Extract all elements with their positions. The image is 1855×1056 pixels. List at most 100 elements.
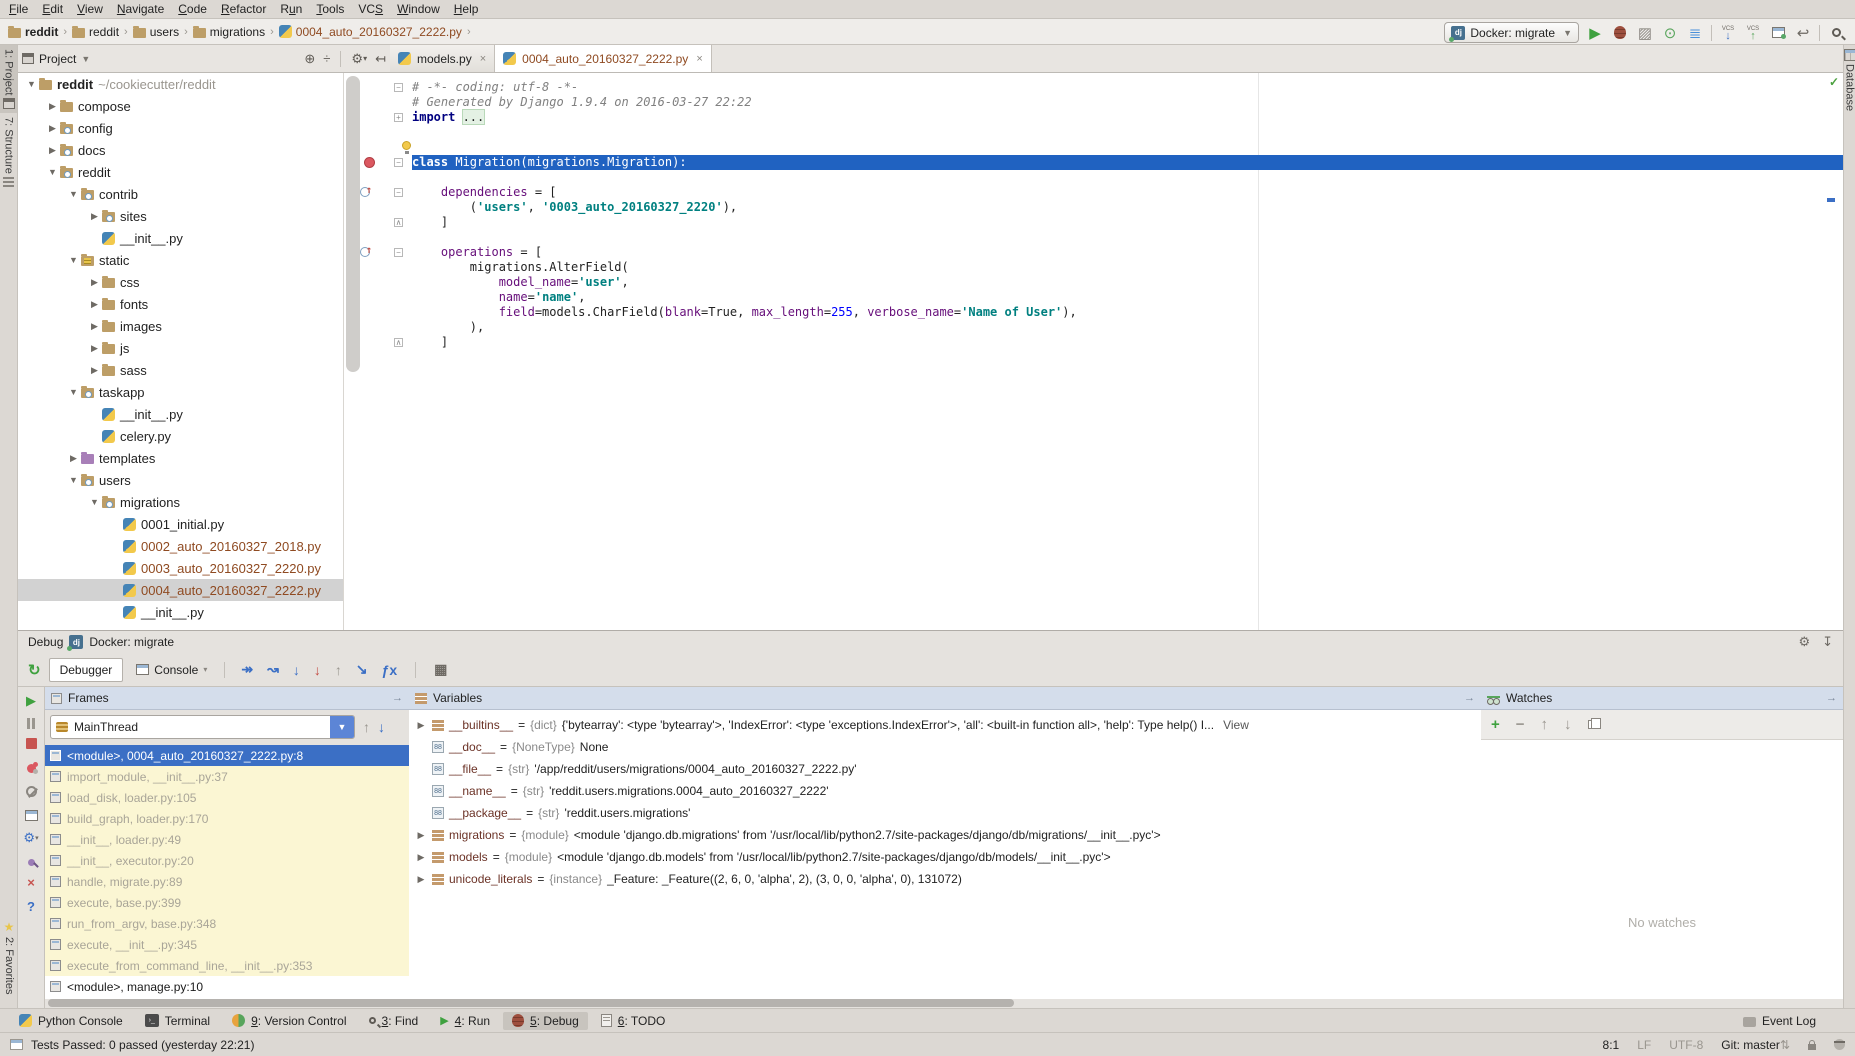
restore-layout-button[interactable]: ▦	[434, 661, 447, 678]
debug-settings-button[interactable]: ⚙	[1798, 634, 1810, 650]
code-line[interactable]: −# -*- coding: utf-8 -*-	[344, 80, 1843, 95]
tree-expand-icon[interactable]: ▼	[66, 189, 81, 199]
run-configurations-button[interactable]: ≣	[1684, 23, 1706, 43]
tree-item-0002_auto_20160327_2018-py[interactable]: 0002_auto_20160327_2018.py	[18, 535, 343, 557]
code-line[interactable]: model_name='user',	[344, 275, 1843, 290]
step-into-button[interactable]: ↓	[293, 662, 300, 678]
frame-row[interactable]: <module>, manage.py:10	[45, 976, 409, 997]
pin-tab-button[interactable]	[28, 859, 35, 866]
tree-expand-icon[interactable]: ▶	[45, 101, 60, 112]
editor-gutter[interactable]	[344, 125, 412, 140]
menu-item-file[interactable]: File	[2, 1, 35, 17]
git-branch-indicator[interactable]: Git: master⇅	[1721, 1038, 1790, 1052]
tree-item-images[interactable]: ▶images	[18, 315, 343, 337]
step-out-button[interactable]: ↑	[335, 662, 342, 678]
code-line[interactable]	[344, 170, 1843, 185]
help-button[interactable]: ?	[27, 899, 35, 914]
breakpoint-icon[interactable]	[364, 157, 375, 168]
frame-row[interactable]: build_graph, loader.py:170	[45, 808, 409, 829]
stop-button[interactable]	[26, 738, 37, 749]
line-ending-indicator[interactable]: LF	[1637, 1038, 1651, 1052]
tree-expand-icon[interactable]: ▶	[87, 277, 102, 288]
frame-up-button[interactable]: ↑	[363, 719, 370, 735]
tree-item-users[interactable]: ▼users	[18, 469, 343, 491]
menu-item-tools[interactable]: Tools	[309, 1, 351, 17]
tree-item-__init__-py[interactable]: __init__.py	[18, 601, 343, 623]
code-line[interactable]	[344, 230, 1843, 245]
code-line[interactable]: migrations.AlterField(	[344, 260, 1843, 275]
error-stripe-current-line-mark[interactable]	[1827, 198, 1835, 202]
editor-gutter[interactable]: −	[344, 155, 412, 170]
hector-inspections-icon[interactable]	[1834, 1039, 1845, 1050]
tree-item-sites[interactable]: ▶sites	[18, 205, 343, 227]
menu-item-refactor[interactable]: Refactor	[214, 1, 273, 17]
vcs-update-button[interactable]: VCS↓	[1717, 23, 1739, 43]
menu-item-run[interactable]: Run	[273, 1, 309, 17]
lock-icon[interactable]	[1808, 1044, 1816, 1050]
frame-row[interactable]: execute, base.py:399	[45, 892, 409, 913]
frame-row[interactable]: run_from_argv, base.py:348	[45, 913, 409, 934]
fold-toggle-icon[interactable]: ∧	[394, 338, 403, 347]
toolwindow-button-4-run[interactable]: ▶4: Run	[431, 1012, 499, 1030]
tree-item-__init__-py[interactable]: __init__.py	[18, 227, 343, 249]
frame-down-button[interactable]: ↓	[378, 719, 385, 735]
tree-item-sass[interactable]: ▶sass	[18, 359, 343, 381]
tree-expand-icon[interactable]: ▶	[87, 343, 102, 354]
fold-toggle-icon[interactable]: −	[394, 188, 403, 197]
fold-toggle-icon[interactable]: +	[394, 113, 403, 122]
fold-toggle-icon[interactable]: −	[394, 248, 403, 257]
variable-row[interactable]: ▶models = {module} <module 'django.db.mo…	[409, 846, 1481, 868]
breadcrumb-item[interactable]: 0004_auto_20160327_2222.py	[279, 25, 462, 39]
hide-debug-window-button[interactable]: ↧	[1822, 634, 1833, 650]
editor-gutter[interactable]	[344, 305, 412, 320]
encoding-indicator[interactable]: UTF-8	[1669, 1038, 1703, 1052]
tree-item-__init__-py[interactable]: __init__.py	[18, 403, 343, 425]
fold-toggle-icon[interactable]: −	[394, 83, 403, 92]
run-configuration-select[interactable]: dj Docker: migrate ▼	[1444, 22, 1579, 43]
tree-item-contrib[interactable]: ▼contrib	[18, 183, 343, 205]
tree-expand-icon[interactable]: ▶	[87, 299, 102, 310]
breadcrumb-item[interactable]: migrations	[193, 25, 265, 39]
menu-item-edit[interactable]: Edit	[35, 1, 70, 17]
frame-row[interactable]: __init__, executor.py:20	[45, 850, 409, 871]
code-line[interactable]: +import ...	[344, 110, 1843, 125]
code-line[interactable]: # Generated by Django 1.9.4 on 2016-03-2…	[344, 95, 1843, 110]
scroll-to-icon[interactable]: →	[392, 692, 403, 704]
tree-item-reddit[interactable]: ▼reddit	[18, 161, 343, 183]
tree-expand-icon[interactable]: ▼	[66, 387, 81, 397]
frame-row[interactable]: __init__, loader.py:49	[45, 829, 409, 850]
profiler-button[interactable]: ⊙	[1659, 23, 1681, 43]
editor-tab-0004_auto_20160327_2222.py[interactable]: 0004_auto_20160327_2222.py×	[495, 45, 712, 72]
editor-gutter[interactable]	[344, 170, 412, 185]
scroll-to-icon[interactable]: →	[1826, 692, 1837, 704]
toolwindow-button-event-log[interactable]: Event Log	[1734, 1012, 1825, 1030]
tree-item-templates[interactable]: ▶templates	[18, 447, 343, 469]
editor-gutter[interactable]	[344, 320, 412, 335]
editor-gutter[interactable]: −	[344, 245, 412, 260]
code-line[interactable]: ∧ ]	[344, 215, 1843, 230]
menu-item-window[interactable]: Window	[390, 1, 447, 17]
step-over-button[interactable]: ↝	[267, 661, 279, 678]
code-editor[interactable]: −# -*- coding: utf-8 -*-# Generated by D…	[344, 73, 1843, 630]
sidebar-tab-2-favorites[interactable]: ★2: Favorites	[0, 916, 18, 998]
search-everywhere-button[interactable]	[1825, 23, 1847, 43]
variable-row[interactable]: 88__doc__ = {NoneType} None	[409, 736, 1481, 758]
debug-tab-console[interactable]: Console▾	[125, 658, 218, 682]
fold-toggle-icon[interactable]: ∧	[394, 218, 403, 227]
pause-button[interactable]	[27, 718, 35, 729]
editor-gutter[interactable]	[344, 95, 412, 110]
breadcrumb-item[interactable]: users	[133, 25, 179, 39]
locate-file-button[interactable]: ⊕	[304, 51, 315, 67]
project-panel-title[interactable]: Project ▼	[22, 52, 304, 66]
evaluate-expression-button[interactable]: ƒx	[382, 662, 398, 678]
move-up-watch-button[interactable]: ↑	[1541, 716, 1549, 733]
run-with-coverage-button[interactable]: ▨	[1634, 23, 1656, 43]
editor-gutter[interactable]: ∧	[344, 215, 412, 230]
code-line[interactable]: name='name',	[344, 290, 1843, 305]
menu-item-help[interactable]: Help	[447, 1, 486, 17]
thread-selector[interactable]: MainThread ▼	[50, 715, 355, 739]
breadcrumb-item[interactable]: reddit	[8, 25, 58, 39]
tree-item-js[interactable]: ▶js	[18, 337, 343, 359]
tree-item-docs[interactable]: ▶docs	[18, 139, 343, 161]
remove-watch-button[interactable]: −	[1516, 716, 1525, 733]
